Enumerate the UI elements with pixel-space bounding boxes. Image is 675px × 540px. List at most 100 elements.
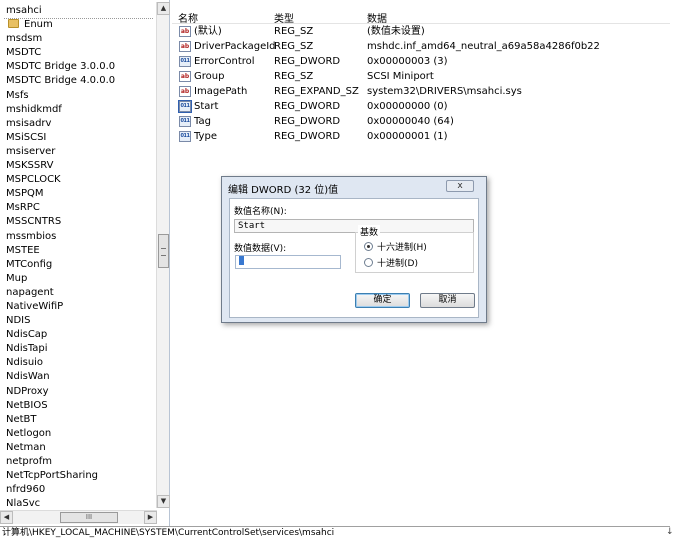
value-data-input[interactable]: 0 (235, 255, 341, 269)
value-name: Group (194, 71, 225, 82)
value-row[interactable]: 011 Tag REG_DWORD 0x00000040 (64) (172, 114, 670, 129)
tree-item-label: MsRPC (6, 202, 40, 214)
tree-item[interactable]: msdsm (4, 32, 154, 46)
registry-key-tree[interactable]: msahci Enum msdsm MSDTC MSDTC Bridge 3.0.0.0… (0, 0, 170, 526)
tree-item[interactable]: NdisCap (4, 328, 154, 342)
cancel-button[interactable]: 取消 (420, 293, 475, 308)
tree-item[interactable]: Mup (4, 272, 154, 286)
tree-item[interactable]: Netlogon (4, 427, 154, 441)
resize-corner-icon: ↓ (666, 527, 674, 537)
scroll-down-arrow-icon[interactable]: ▼ (157, 495, 170, 508)
tree-item-label: napagent (6, 286, 54, 298)
tree-item[interactable]: napagent (4, 286, 154, 300)
value-type: REG_DWORD (274, 116, 341, 127)
decimal-radio-button[interactable] (364, 258, 373, 267)
tree-item-label: MSKSSRV (6, 160, 54, 172)
scroll-left-arrow-icon[interactable]: ◀ (0, 511, 13, 524)
value-data: mshdc.inf_amd64_neutral_a69a58a4286f0b22 (367, 41, 600, 52)
tree-item[interactable]: NlaSvc (4, 497, 154, 510)
tree-item-label: NetBIOS (6, 399, 48, 411)
binary-value-icon: 011 (179, 116, 191, 127)
tree-item[interactable]: MSKSSRV (4, 159, 154, 173)
tree-item[interactable]: msisadrv (4, 117, 154, 131)
tree-vertical-scrollbar[interactable]: ▲ ▼ (156, 2, 170, 508)
tree-item[interactable]: NDIS (4, 314, 154, 328)
tree-item[interactable]: MTConfig (4, 258, 154, 272)
tree-item[interactable]: mssmbios (4, 230, 154, 244)
value-name: Type (194, 131, 217, 142)
tree-item-label: MSDTC (6, 47, 42, 59)
value-data: 0x00000040 (64) (367, 116, 454, 127)
tree-item-label: Mup (6, 272, 28, 284)
tree-item[interactable]: NDProxy (4, 385, 154, 399)
ok-button[interactable]: 确定 (355, 293, 410, 308)
tree-item[interactable]: nfrd960 (4, 483, 154, 497)
tree-item[interactable]: MSiSCSI (4, 131, 154, 145)
value-data: 0x00000001 (1) (367, 131, 448, 142)
tree-item-label: NDProxy (6, 385, 49, 397)
decimal-radio-label[interactable]: 十进制(D) (377, 256, 418, 269)
edit-dword-dialog: 编辑 DWORD (32 位)值 x 数值名称(N): Start 数值数据(V… (221, 176, 487, 323)
hex-radio-label[interactable]: 十六进制(H) (377, 240, 427, 253)
tree-item[interactable]: msiserver (4, 145, 154, 159)
value-name: ErrorControl (194, 56, 255, 67)
tree-item-list: msahci Enum msdsm MSDTC MSDTC Bridge 3.0.0.0… (4, 4, 154, 510)
tree-item[interactable]: NetBT (4, 413, 154, 427)
tree-item-label: NDIS (6, 315, 31, 327)
value-data: SCSI Miniport (367, 71, 434, 82)
tree-item-label: msahci (6, 5, 42, 16)
value-row[interactable]: 011 Start REG_DWORD 0x00000000 (0) (172, 99, 670, 114)
tree-item-label: mshidkmdf (6, 103, 62, 115)
tree-item-label: Msfs (6, 89, 29, 101)
tree-item-label: MSDTC Bridge 4.0.0.0 (6, 75, 116, 87)
horizontal-scroll-thumb[interactable]: III (60, 512, 118, 523)
value-row[interactable]: ab (默认) REG_SZ (数值未设置) (172, 24, 670, 39)
tree-item[interactable]: Ndisuio (4, 356, 154, 370)
values-column-header: 名称 类型 数据 (172, 8, 670, 25)
scroll-thumb[interactable] (158, 234, 169, 268)
status-bar: 计算机\HKEY_LOCAL_MACHINE\SYSTEM\CurrentCon… (0, 526, 670, 540)
tree-horizontal-scrollbar[interactable]: ◀ III ▶ (0, 510, 157, 524)
value-row[interactable]: ab ImagePath REG_EXPAND_SZ system32\DRIVERS… (172, 84, 670, 99)
tree-item[interactable]: MSDTC (4, 46, 154, 60)
hex-radio-button[interactable] (364, 242, 373, 251)
tree-item[interactable]: Enum (4, 18, 154, 32)
scroll-right-arrow-icon[interactable]: ▶ (144, 511, 157, 524)
value-row[interactable]: ab Group REG_SZ SCSI Miniport (172, 69, 670, 84)
tree-item[interactable]: Netman (4, 441, 154, 455)
column-header-type[interactable]: 类型 (274, 10, 294, 25)
dialog-body: 数值名称(N): Start 数值数据(V): 0 基数 十六进制(H) 十进制… (229, 198, 479, 318)
tree-item[interactable]: MSSCNTRS (4, 215, 154, 229)
tree-item[interactable]: MSTEE (4, 244, 154, 258)
value-row[interactable]: 011 Type REG_DWORD 0x00000001 (1) (172, 129, 670, 144)
tree-item-label: MSDTC Bridge 3.0.0.0 (6, 61, 116, 73)
value-row[interactable]: ab DriverPackageId REG_SZ mshdc.inf_amd64_n… (172, 39, 670, 54)
registry-editor-window: msahci Enum msdsm MSDTC MSDTC Bridge 3.0.0.0… (0, 0, 670, 540)
tree-item[interactable]: netprofm (4, 455, 154, 469)
tree-item[interactable]: MsRPC (4, 201, 154, 215)
tree-item[interactable]: MSDTC Bridge 4.0.0.0 (4, 74, 154, 88)
tree-item-label: Netman (6, 441, 46, 453)
tree-item-label: nfrd960 (6, 484, 46, 496)
column-header-name[interactable]: 名称 (178, 10, 198, 25)
tree-item[interactable]: NetTcpPortSharing (4, 469, 154, 483)
tree-item[interactable]: mshidkmdf (4, 103, 154, 117)
tree-item[interactable]: NdisTapi (4, 342, 154, 356)
tree-item[interactable]: MSPCLOCK (4, 173, 154, 187)
value-row[interactable]: 011 ErrorControl REG_DWORD 0x00000003 (3) (172, 54, 670, 69)
tree-item[interactable]: NativeWifiP (4, 300, 154, 314)
scroll-up-arrow-icon[interactable]: ▲ (157, 2, 170, 15)
tree-item-label: NetTcpPortSharing (6, 470, 99, 482)
tree-item-label: MSTEE (6, 244, 40, 256)
tree-item-label: netprofm (6, 456, 53, 467)
tree-item[interactable]: MSPQM (4, 187, 154, 201)
value-data: 0x00000003 (3) (367, 56, 448, 67)
tree-item-label: NlaSvc (6, 498, 41, 510)
column-header-data[interactable]: 数据 (367, 10, 387, 25)
tree-item[interactable]: NetBIOS (4, 399, 154, 413)
tree-item[interactable]: msahci (4, 4, 154, 20)
tree-item[interactable]: Msfs (4, 89, 154, 103)
tree-item[interactable]: MSDTC Bridge 3.0.0.0 (4, 60, 154, 74)
dialog-close-button[interactable]: x (446, 180, 474, 192)
tree-item[interactable]: NdisWan (4, 370, 154, 384)
